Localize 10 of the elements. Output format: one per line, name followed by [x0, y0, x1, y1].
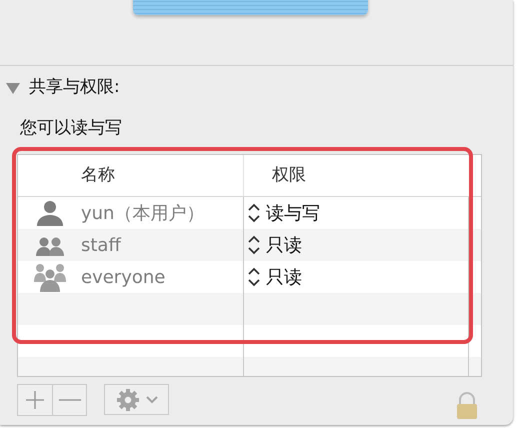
user-name: everyone — [81, 266, 166, 290]
column-header[interactable]: 名称 — [81, 162, 115, 188]
permission-value[interactable]: 只读 — [266, 264, 302, 290]
column-header[interactable]: 权限 — [272, 162, 306, 188]
access-summary: 您可以读与写 — [20, 118, 122, 138]
permission-value[interactable]: 只读 — [266, 232, 302, 258]
section-title: 共享与权限: — [29, 76, 120, 100]
permission-value[interactable]: 读与写 — [266, 200, 320, 226]
user-name: staff — [81, 234, 121, 258]
user-name: yun（本用户） — [81, 202, 204, 226]
